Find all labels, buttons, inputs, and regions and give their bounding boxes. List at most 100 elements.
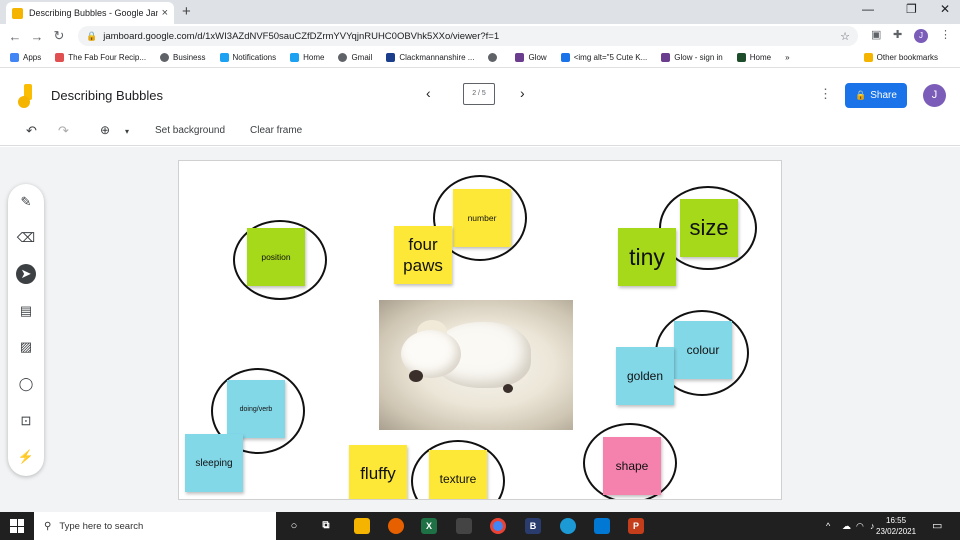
task-view-icon[interactable]: ⧉	[318, 518, 334, 534]
back-icon[interactable]: ←	[4, 29, 26, 44]
taskbar-clock[interactable]: 16:55 23/02/2021	[876, 515, 916, 537]
sticky-note-size[interactable]: size	[680, 199, 738, 257]
tool-palette: ✎ ⌫ ➤ ▤ ▨ ◯ ⊡ ⚡	[8, 184, 44, 476]
new-tab-button[interactable]: +	[182, 3, 191, 20]
bookmark-item[interactable]: Business	[160, 53, 206, 62]
bookmark-favicon-icon	[386, 53, 396, 62]
next-frame-icon[interactable]: ›	[520, 85, 525, 101]
sleeping-puppy-image[interactable]	[379, 300, 573, 430]
redo-icon[interactable]: ↷	[58, 123, 69, 139]
glow-icon	[515, 53, 525, 62]
jam-frame-canvas[interactable]: position number four paws size tiny colo…	[178, 160, 782, 500]
eraser-icon[interactable]: ⌫	[16, 228, 36, 248]
sticky-note-tiny[interactable]: tiny	[618, 228, 676, 286]
sticky-note-fluffy[interactable]: fluffy	[349, 445, 407, 499]
sticky-note-shape[interactable]: shape	[603, 437, 661, 495]
store-icon[interactable]	[456, 518, 472, 534]
windows-start-icon[interactable]	[10, 519, 24, 533]
sticky-note-golden[interactable]: golden	[616, 347, 674, 405]
laser-icon[interactable]: ⚡	[16, 447, 36, 467]
more-options-icon[interactable]: ⋮	[819, 86, 832, 102]
bookmark-item[interactable]: Home	[736, 53, 771, 62]
bookmark-item[interactable]: The Fab Four Recip...	[55, 53, 146, 62]
previous-frame-icon[interactable]: ‹	[426, 85, 431, 101]
bookmark-item[interactable]: Notifications	[219, 53, 276, 62]
browser-profile-avatar[interactable]: J	[914, 29, 928, 43]
sticky-note-colour[interactable]: colour	[674, 321, 732, 379]
extension-icon[interactable]: ▣	[871, 28, 881, 41]
sticky-note-number[interactable]: number	[453, 189, 511, 247]
bookmark-favicon-icon	[736, 53, 746, 62]
bookmarks-overflow-button[interactable]: »	[785, 53, 789, 62]
select-icon[interactable]: ➤	[16, 264, 36, 284]
twitter-icon	[290, 53, 300, 62]
jamboard-header: Describing Bubbles ‹ 2 / 5 › ⋮ 🔒 Share J	[0, 68, 960, 118]
bookmark-item[interactable]: <img alt="5 Cute K...	[560, 53, 647, 62]
browser-toolbar: ← → ↻ 🔒 jamboard.google.com/d/1xWI3AZdNV…	[0, 24, 960, 48]
undo-icon[interactable]: ↶	[26, 123, 37, 139]
set-background-button[interactable]: Set background	[155, 125, 225, 136]
bookmark-item[interactable]: Glow - sign in	[661, 53, 723, 62]
lock-icon: 🔒	[855, 90, 867, 100]
file-explorer-icon[interactable]	[354, 518, 370, 534]
bookmark-item[interactable]: Apps	[10, 53, 41, 62]
bookmark-star-icon[interactable]: ☆	[840, 30, 850, 43]
wifi-icon[interactable]: ◠	[856, 521, 864, 532]
chrome-icon[interactable]	[490, 518, 506, 534]
bookmark-item[interactable]: Gmail	[338, 53, 372, 62]
zoom-icon[interactable]: ⊕	[100, 123, 110, 137]
glow-icon	[661, 53, 671, 62]
bookmark-item[interactable]: Home	[290, 53, 324, 62]
maximize-button[interactable]: ❐	[906, 2, 917, 16]
mail-icon[interactable]	[594, 518, 610, 534]
excel-icon[interactable]: X	[421, 518, 437, 534]
browser-tab[interactable]: Describing Bubbles - Google Jam ×	[6, 2, 174, 24]
browser-tab-strip: Describing Bubbles - Google Jam × + — ❐ …	[0, 0, 960, 24]
sticky-note-icon[interactable]: ▤	[16, 301, 36, 321]
bookmark-favicon-icon	[55, 53, 65, 62]
search-icon: ⚲	[44, 520, 52, 532]
frame-bar-button[interactable]: 2 / 5	[463, 83, 495, 105]
volume-icon[interactable]: ♪	[870, 521, 875, 531]
jamboard-favicon-icon	[12, 7, 23, 19]
globe-icon	[488, 53, 498, 62]
powerpoint-icon[interactable]: P	[628, 518, 644, 534]
app-b-icon[interactable]: B	[525, 518, 541, 534]
text-box-icon[interactable]: ⊡	[16, 411, 36, 431]
minimize-button[interactable]: —	[862, 2, 874, 16]
zoom-dropdown-icon[interactable]: ▾	[125, 127, 129, 136]
bookmark-item[interactable]: Glow	[515, 53, 547, 62]
reload-icon[interactable]: ↻	[48, 28, 70, 44]
edge-icon[interactable]	[560, 518, 576, 534]
sticky-note-four-paws[interactable]: four paws	[394, 226, 452, 284]
network-icon[interactable]: ☁	[842, 521, 851, 532]
taskbar-search-box[interactable]: ⚲ Type here to search	[34, 512, 276, 540]
sticky-note-position[interactable]: position	[247, 228, 305, 286]
account-avatar[interactable]: J	[923, 84, 946, 107]
jamboard-logo-icon	[14, 82, 36, 108]
sticky-note-doing-verb[interactable]: doing/verb	[227, 380, 285, 438]
cortana-icon[interactable]: ○	[286, 518, 302, 534]
tray-chevron-icon[interactable]: ^	[826, 521, 830, 531]
play-icon	[560, 53, 570, 62]
jam-title[interactable]: Describing Bubbles	[51, 88, 163, 103]
pen-icon[interactable]: ✎	[16, 192, 36, 212]
other-bookmarks[interactable]: Other bookmarks	[863, 53, 938, 62]
address-bar[interactable]: 🔒 jamboard.google.com/d/1xWI3AZdNVF50sau…	[78, 26, 858, 46]
image-icon[interactable]: ▨	[16, 337, 36, 357]
notifications-icon[interactable]: ▭	[932, 519, 942, 532]
sticky-note-sleeping[interactable]: sleeping	[185, 434, 243, 492]
close-window-button[interactable]: ✕	[940, 2, 950, 16]
sticky-note-texture[interactable]: texture	[429, 450, 487, 499]
share-button[interactable]: 🔒 Share	[845, 83, 907, 108]
bookmark-item[interactable]	[488, 53, 501, 62]
firefox-icon[interactable]	[388, 518, 404, 534]
extensions-puzzle-icon[interactable]: ✚	[893, 28, 902, 41]
chrome-menu-icon[interactable]: ⋮	[940, 28, 951, 41]
tab-close-icon[interactable]: ×	[162, 7, 168, 19]
clock-date: 23/02/2021	[876, 527, 917, 536]
circle-icon[interactable]: ◯	[16, 374, 36, 394]
bookmark-item[interactable]: Clackmannanshire ...	[386, 53, 474, 62]
forward-icon[interactable]: →	[26, 29, 48, 44]
clear-frame-button[interactable]: Clear frame	[250, 125, 302, 136]
